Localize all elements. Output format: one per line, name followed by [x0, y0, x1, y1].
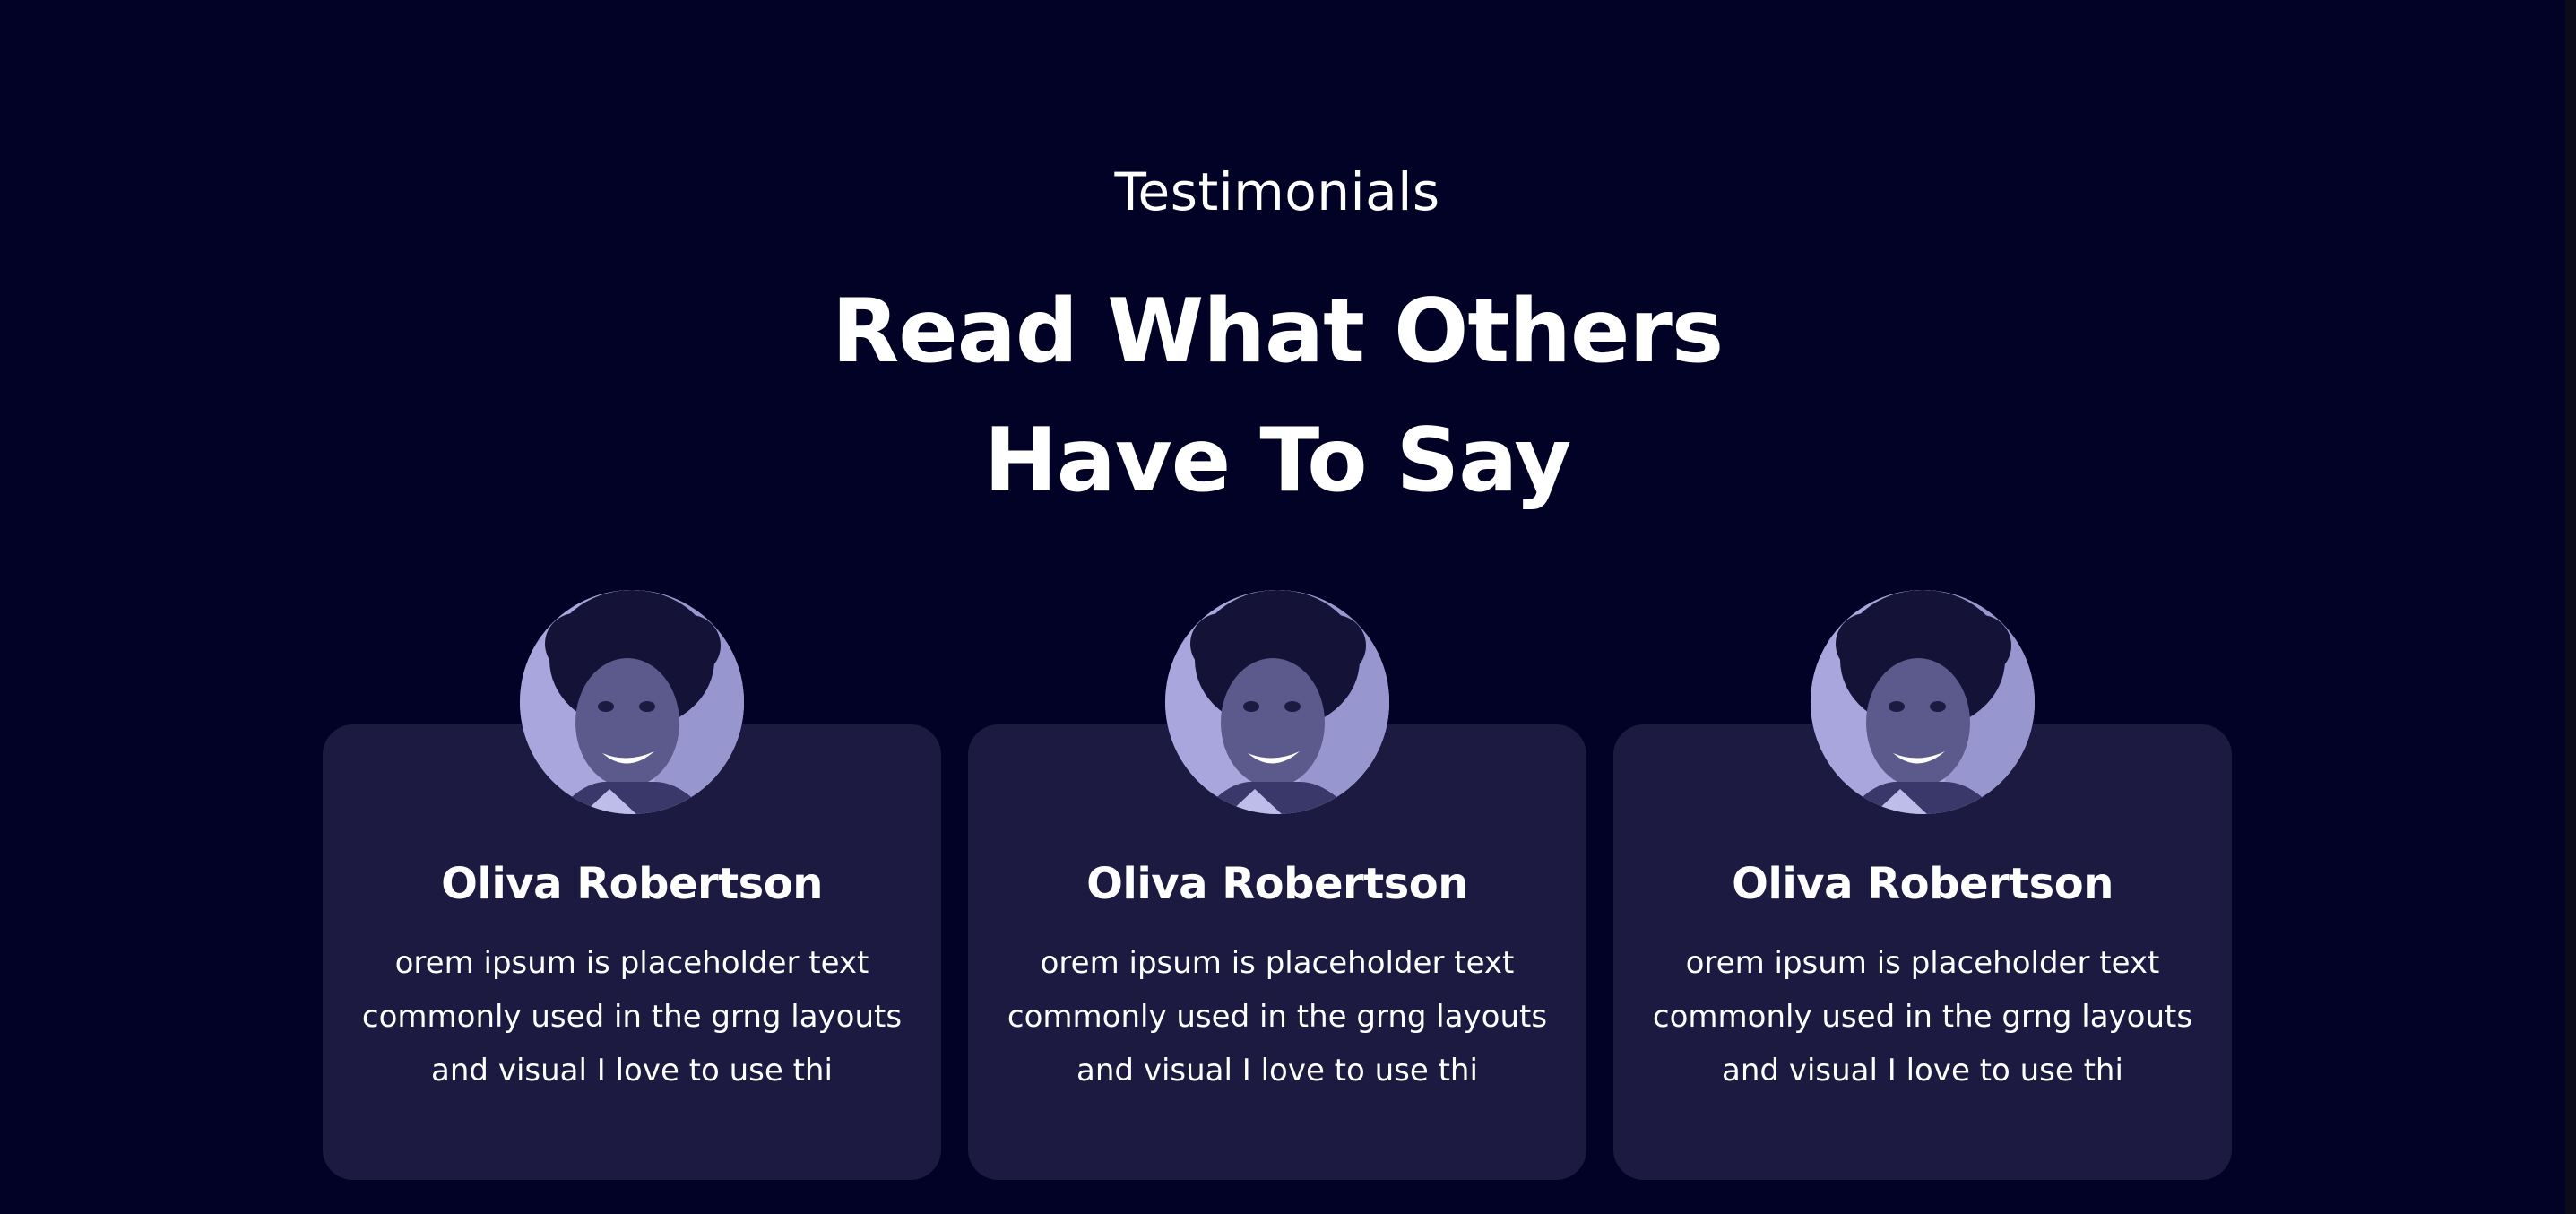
- testimonial-name: Oliva Robertson: [441, 859, 823, 909]
- testimonial-quote: orem ipsum is placeholder text commonly …: [1004, 936, 1551, 1097]
- quote-line: commonly used in the grng layouts: [1007, 999, 1548, 1035]
- quote-line: commonly used in the grng layouts: [361, 999, 903, 1035]
- person-photo-icon: [1811, 590, 2035, 814]
- quote-line: and visual I love to use thi: [1722, 1053, 2123, 1088]
- avatar: [520, 590, 744, 814]
- quote-line: orem ipsum is placeholder text: [394, 945, 869, 981]
- testimonial-card: Oliva Robertson orem ipsum is placeholde…: [323, 590, 941, 1180]
- quote-line: and visual I love to use thi: [431, 1053, 833, 1088]
- avatar: [1165, 590, 1389, 814]
- testimonial-name: Oliva Robertson: [1086, 859, 1468, 909]
- person-photo-icon: [520, 590, 744, 814]
- quote-line: commonly used in the grng layouts: [1652, 999, 2193, 1035]
- testimonial-name: Oliva Robertson: [1732, 859, 2114, 909]
- section-heading-line-1: Read What Others: [831, 281, 1724, 383]
- testimonial-card: Oliva Robertson orem ipsum is placeholde…: [1613, 590, 2232, 1180]
- testimonials-page: Testimonials Read What Others Have To Sa…: [0, 0, 2576, 1214]
- section-heading: Read What Others Have To Say: [0, 267, 2554, 525]
- scrollbar-track[interactable]: [2565, 0, 2576, 1214]
- quote-line: and visual I love to use thi: [1076, 1053, 1478, 1088]
- testimonial-quote: orem ipsum is placeholder text commonly …: [1649, 936, 2196, 1097]
- quote-line: orem ipsum is placeholder text: [1685, 945, 2160, 981]
- quote-line: orem ipsum is placeholder text: [1040, 945, 1515, 981]
- section-eyebrow: Testimonials: [1114, 161, 1440, 222]
- person-photo-icon: [1165, 590, 1389, 814]
- avatar: [1811, 590, 2035, 814]
- testimonial-quote: orem ipsum is placeholder text commonly …: [359, 936, 905, 1097]
- section-heading-line-2: Have To Say: [983, 410, 1571, 512]
- testimonial-card: Oliva Robertson orem ipsum is placeholde…: [968, 590, 1586, 1180]
